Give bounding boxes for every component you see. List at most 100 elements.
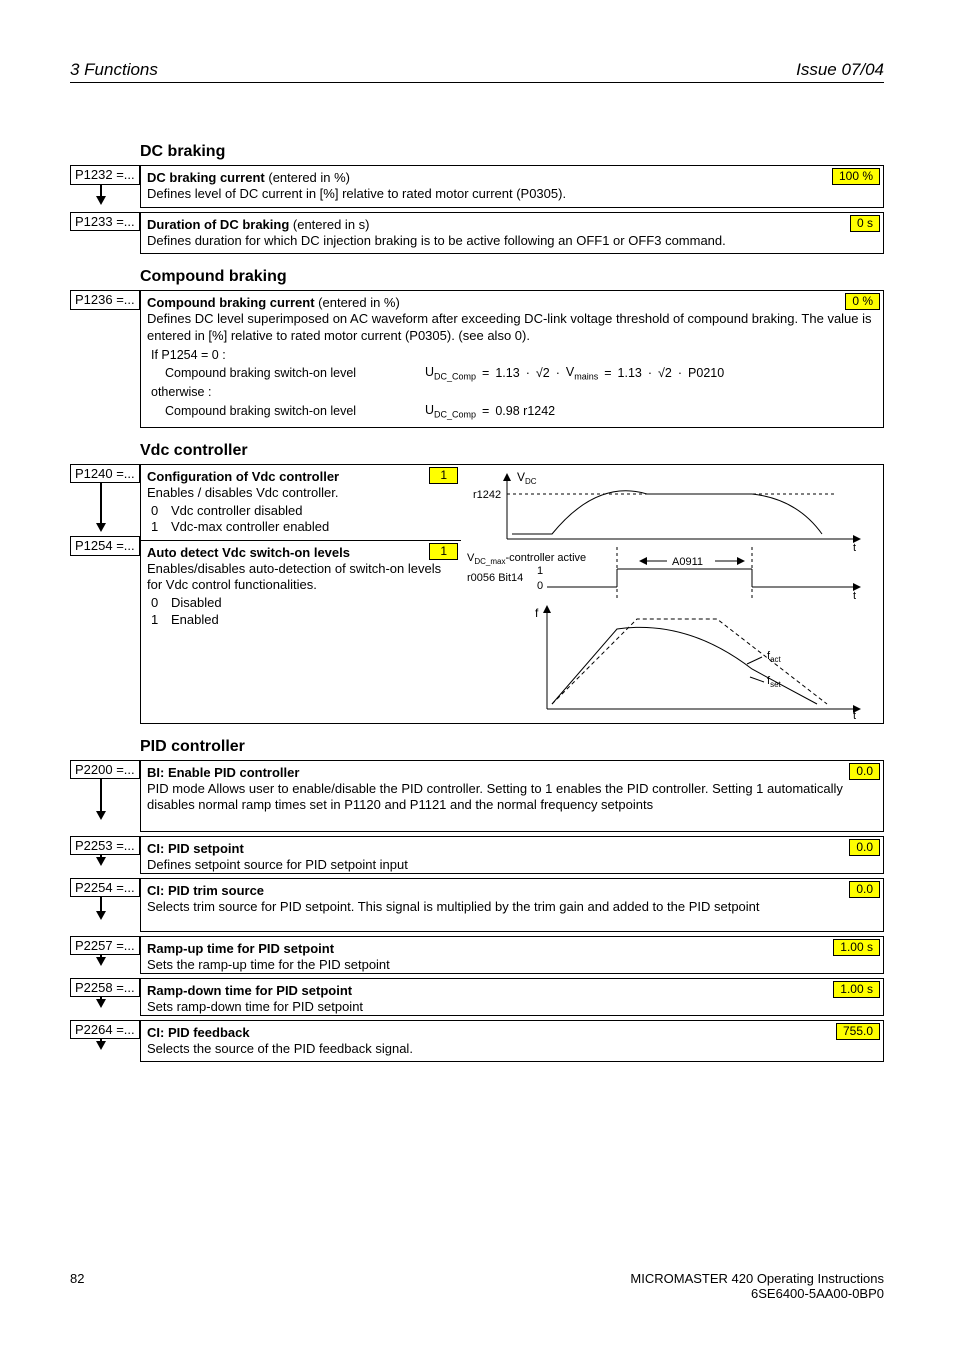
title-p2258: Ramp-down time for PID setpoint [147,983,352,998]
box-p1232: 100 % DC braking current (entered in %) … [140,165,884,208]
formula-block: If P1254 = 0 : Compound braking switch-o… [151,348,877,421]
desc-p1233: Defines duration for which DC injection … [147,233,726,248]
row-p2254: P2254 =... 0.0 CI: PID trim source Selec… [70,878,884,932]
box-p1233: 0 s Duration of DC braking (entered in s… [140,212,884,255]
param-p2254: P2254 =... [70,878,140,898]
param-p2253: P2253 =... [70,836,140,856]
page-footer: 82 MICROMASTER 420 Operating Instruction… [70,1271,884,1301]
param-p2200: P2200 =... [70,760,140,780]
title-p2257: Ramp-up time for PID setpoint [147,941,334,956]
param-p1236: P1236 =... [70,290,140,310]
arrow-down-icon [96,957,106,966]
box-p2200: 0.0 BI: Enable PID controller PID mode A… [140,760,884,832]
svg-text:t: t [853,542,856,554]
row-p1232: P1232 =... 100 % DC braking current (ent… [70,165,884,208]
box-p1236: 0 % Compound braking current (entered in… [140,290,884,428]
svg-text:t: t [853,590,856,602]
header-right: Issue 07/04 [796,60,884,80]
param-p1233: P1233 =... [70,212,140,232]
desc-p1232: Defines level of DC current in [%] relat… [147,186,566,201]
default-p2254: 0.0 [849,881,880,898]
title-p1233: Duration of DC braking [147,217,289,232]
section-compound-braking: Compound braking [70,268,884,286]
arrow-down-icon [96,523,106,532]
page-header: 3 Functions Issue 07/04 [70,60,884,83]
param-p2264: P2264 =... [70,1020,140,1040]
section-pid: PID controller [70,738,884,756]
svg-text:fact: fact [767,650,782,664]
title-p2253: CI: PID setpoint [147,841,244,856]
default-p2253: 0.0 [849,839,880,856]
row-p2257: P2257 =... 1.00 s Ramp-up time for PID s… [70,936,884,974]
arrow-down-icon [96,911,106,920]
section-dc-braking: DC braking [70,143,884,161]
title-p1232: DC braking current [147,170,265,185]
arrow-down-icon [96,811,106,820]
arrow-down-icon [96,999,106,1008]
desc-p1254: Enables/disables auto-detection of switc… [147,561,441,592]
default-p2264: 755.0 [836,1023,880,1040]
title-p1236: Compound braking current [147,295,315,310]
title-p2254: CI: PID trim source [147,883,264,898]
svg-text:1: 1 [537,565,543,577]
param-p2258: P2258 =... [70,978,140,998]
svg-text:VDC_max-controller active: VDC_max-controller active [467,552,586,566]
desc-p2257: Sets the ramp-up time for the PID setpoi… [147,957,390,972]
param-p1232: P1232 =... [70,165,140,185]
arrow-down-icon [96,196,106,205]
default-p1240: 1 [429,467,458,484]
title-p1240: Configuration of Vdc controller [147,469,339,484]
row-p1233: P1233 =... 0 s Duration of DC braking (e… [70,212,884,255]
footer-line1: MICROMASTER 420 Operating Instructions [630,1271,884,1286]
svg-text:A0911: A0911 [672,556,703,568]
row-p2200: P2200 =... 0.0 BI: Enable PID controller… [70,760,884,832]
svg-text:t: t [853,710,856,719]
box-vdc: 1 Configuration of Vdc controller Enable… [140,464,884,724]
title-p1254: Auto detect Vdc switch-on levels [147,545,350,560]
row-p2258: P2258 =... 1.00 s Ramp-down time for PID… [70,978,884,1016]
svg-text:0: 0 [537,580,543,592]
box-p2264: 755.0 CI: PID feedback Selects the sourc… [140,1020,884,1063]
svg-text:VDC: VDC [517,470,537,486]
row-p2253: P2253 =... 0.0 CI: PID setpoint Defines … [70,836,884,874]
default-p2200: 0.0 [849,763,880,780]
box-p2253: 0.0 CI: PID setpoint Defines setpoint so… [140,836,884,874]
param-p2257: P2257 =... [70,936,140,956]
box-p2257: 1.00 s Ramp-up time for PID setpoint Set… [140,936,884,974]
svg-text:fset: fset [767,675,782,689]
param-p1240: P1240 =... [70,464,140,484]
header-left: 3 Functions [70,60,158,80]
desc-p2264: Selects the source of the PID feedback s… [147,1041,413,1056]
default-p1233: 0 s [850,215,880,232]
default-p1254: 1 [429,543,458,560]
desc-p2200: PID mode Allows user to enable/disable t… [147,781,843,812]
desc-p1240: Enables / disables Vdc controller. [147,485,339,500]
row-vdc: P1240 =... P1254 =... 1 Configuration of… [70,464,884,724]
svg-text:f: f [535,606,539,620]
desc-p2258: Sets ramp-down time for PID setpoint [147,999,363,1014]
box-p2258: 1.00 s Ramp-down time for PID setpoint S… [140,978,884,1016]
arrow-down-icon [96,1041,106,1050]
desc-p2253: Defines setpoint source for PID setpoint… [147,857,408,872]
box-p2254: 0.0 CI: PID trim source Selects trim sou… [140,878,884,932]
vdc-graph-svg: VDC r1242 t VDC_max-controller active A0… [467,469,867,719]
vdc-graph: VDC r1242 t VDC_max-controller active A0… [461,465,883,723]
row-p2264: P2264 =... 755.0 CI: PID feedback Select… [70,1020,884,1063]
svg-text:r1242: r1242 [473,489,501,501]
row-p1236: P1236 =... 0 % Compound braking current … [70,290,884,428]
page: 3 Functions Issue 07/04 DC braking P1232… [0,0,954,1351]
param-p1254: P1254 =... [70,536,140,556]
default-p2257: 1.00 s [833,939,880,956]
title-p2200: BI: Enable PID controller [147,765,299,780]
svg-text:r0056 Bit14: r0056 Bit14 [467,572,523,584]
desc-p1236: Defines DC level superimposed on AC wave… [147,311,872,342]
footer-line2: 6SE6400-5AA00-0BP0 [751,1286,884,1301]
page-number: 82 [70,1271,84,1301]
default-p1236: 0 % [845,293,880,310]
desc-p2254: Selects trim source for PID setpoint. Th… [147,899,760,914]
default-p1232: 100 % [832,168,880,185]
default-p2258: 1.00 s [833,981,880,998]
title-p2264: CI: PID feedback [147,1025,250,1040]
arrow-down-icon [96,857,106,866]
section-vdc: Vdc controller [70,442,884,460]
